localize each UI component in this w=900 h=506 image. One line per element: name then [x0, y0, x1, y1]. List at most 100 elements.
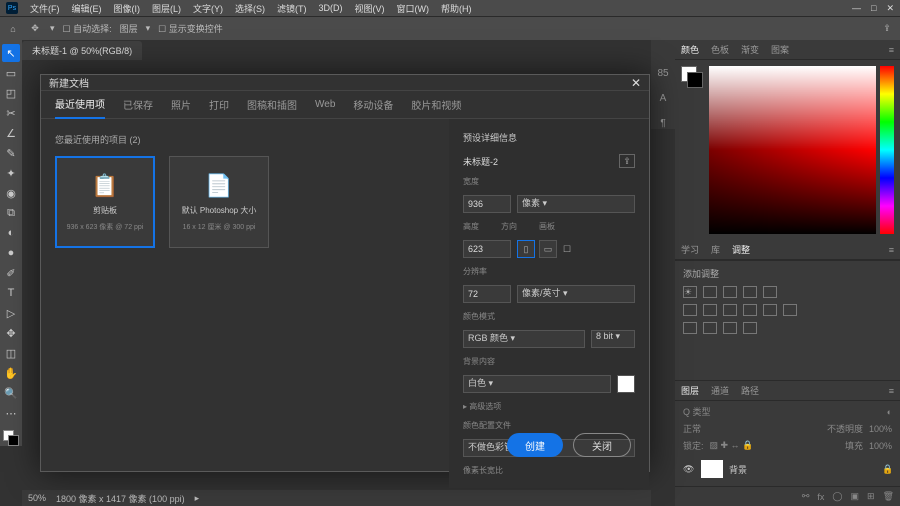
- show-transform-checkbox[interactable]: ☐ 显示变换控件: [158, 22, 223, 35]
- close-button[interactable]: 关闭: [573, 433, 631, 457]
- tool-zoom[interactable]: 🔍: [2, 384, 20, 402]
- menu-filter[interactable]: 滤镜(T): [277, 2, 307, 15]
- tab-learn[interactable]: 学习: [681, 243, 699, 256]
- opacity-value[interactable]: 100%: [869, 424, 892, 434]
- zoom-level[interactable]: 50%: [28, 493, 46, 503]
- panel-menu-icon[interactable]: ≡: [889, 245, 894, 255]
- layer-filter[interactable]: Q 类型: [683, 405, 711, 418]
- adj-icon[interactable]: [703, 322, 717, 334]
- tab-paths[interactable]: 路径: [741, 384, 759, 397]
- home-icon[interactable]: ⌂: [6, 22, 20, 36]
- adj-icon[interactable]: [763, 286, 777, 298]
- adj-icon[interactable]: ☀: [683, 286, 697, 298]
- tab-layers[interactable]: 图层: [681, 384, 699, 397]
- fx-icon[interactable]: fx: [817, 492, 824, 502]
- dlg-tab-saved[interactable]: 已保存: [123, 91, 153, 118]
- tool-brush[interactable]: ◉: [2, 184, 20, 202]
- adj-icon[interactable]: [763, 304, 777, 316]
- save-preset-icon[interactable]: ⇪: [619, 154, 635, 168]
- adj-icon[interactable]: [723, 286, 737, 298]
- window-minimize-icon[interactable]: —: [852, 3, 861, 14]
- resolution-input[interactable]: [463, 285, 511, 303]
- adj-icon[interactable]: [743, 322, 757, 334]
- tab-adjustments[interactable]: 调整: [732, 243, 750, 256]
- dlg-tab-web[interactable]: Web: [315, 93, 335, 116]
- dlg-tab-film[interactable]: 胶片和视频: [411, 91, 461, 118]
- menu-file[interactable]: 文件(F): [30, 2, 60, 15]
- adj-icon[interactable]: [723, 304, 737, 316]
- color-swatch[interactable]: [3, 430, 19, 446]
- hue-slider[interactable]: [880, 66, 894, 234]
- layer-name[interactable]: 背景: [729, 463, 747, 476]
- resolution-unit-select[interactable]: 像素/英寸 ▾: [517, 285, 635, 303]
- tab-libraries[interactable]: 库: [711, 243, 720, 256]
- dlg-tab-mobile[interactable]: 移动设备: [353, 91, 393, 118]
- tool-pen[interactable]: ▷: [2, 304, 20, 322]
- menu-type[interactable]: 文字(Y): [193, 2, 223, 15]
- menu-view[interactable]: 视图(V): [355, 2, 385, 15]
- height-input[interactable]: [463, 240, 511, 258]
- menu-select[interactable]: 选择(S): [235, 2, 265, 15]
- filter-toggle-icon[interactable]: ◐: [887, 407, 892, 417]
- dlg-tab-art[interactable]: 图稿和插图: [247, 91, 297, 118]
- delete-icon[interactable]: 🗑: [883, 491, 894, 502]
- dlg-tab-recent[interactable]: 最近使用项: [55, 90, 105, 119]
- mini-icon-3[interactable]: ¶: [660, 118, 665, 129]
- tool-shape[interactable]: ◫: [2, 344, 20, 362]
- create-button[interactable]: 创建: [507, 433, 563, 457]
- fill-value[interactable]: 100%: [869, 441, 892, 451]
- document-tab[interactable]: 未标题-1 @ 50%(RGB/8): [22, 41, 142, 60]
- window-maximize-icon[interactable]: □: [871, 3, 876, 14]
- lock-icon[interactable]: ▨ ✚ ↔ 🔒: [710, 440, 754, 451]
- tool-move[interactable]: ↖: [2, 44, 20, 62]
- orient-portrait[interactable]: ▯: [517, 240, 535, 258]
- adj-icon[interactable]: [743, 286, 757, 298]
- tab-swatches[interactable]: 色板: [711, 43, 729, 56]
- tab-gradients[interactable]: 渐变: [741, 43, 759, 56]
- menu-image[interactable]: 图像(I): [114, 2, 141, 15]
- lock-icon[interactable]: 🔒: [882, 464, 892, 474]
- auto-select-target[interactable]: 图层: [120, 22, 138, 35]
- menu-help[interactable]: 帮助(H): [441, 2, 472, 15]
- adj-icon[interactable]: [683, 304, 697, 316]
- share-icon[interactable]: ⇪: [880, 22, 894, 36]
- width-input[interactable]: [463, 195, 511, 213]
- orient-landscape[interactable]: ▭: [539, 240, 557, 258]
- bg-select[interactable]: 白色 ▾: [463, 375, 611, 393]
- auto-select-checkbox[interactable]: ☐ 自动选择:: [63, 22, 112, 35]
- menu-edit[interactable]: 编辑(E): [72, 2, 102, 15]
- tool-lasso[interactable]: ◰: [2, 84, 20, 102]
- advanced-toggle[interactable]: ▸ 高级选项: [463, 401, 635, 412]
- new-group-icon[interactable]: ▣: [851, 491, 860, 502]
- mini-icon-2[interactable]: A: [660, 93, 667, 104]
- panel-menu-icon[interactable]: ≡: [889, 386, 894, 396]
- tool-more[interactable]: ⋯: [2, 404, 20, 422]
- adj-icon[interactable]: [783, 304, 797, 316]
- tool-stamp[interactable]: ⧉: [2, 204, 20, 222]
- dlg-tab-print[interactable]: 打印: [209, 91, 229, 118]
- tool-eyedropper[interactable]: ✎: [2, 144, 20, 162]
- layer-row[interactable]: 👁 背景 🔒: [675, 456, 900, 482]
- link-layers-icon[interactable]: ⚯: [802, 491, 810, 502]
- dialog-close-icon[interactable]: ✕: [631, 76, 641, 90]
- menu-window[interactable]: 窗口(W): [397, 2, 430, 15]
- blend-mode[interactable]: 正常: [683, 422, 701, 435]
- bg-color-chip[interactable]: [617, 375, 635, 393]
- artboard-checkbox[interactable]: ☐: [563, 244, 571, 255]
- layer-thumbnail[interactable]: [701, 460, 723, 478]
- menu-layer[interactable]: 图层(L): [152, 2, 181, 15]
- preset-default-ps[interactable]: 📄 默认 Photoshop 大小 16 x 12 厘米 @ 300 ppi: [169, 156, 269, 248]
- new-layer-icon[interactable]: ⊞: [867, 491, 875, 502]
- adj-icon[interactable]: [743, 304, 757, 316]
- unit-select[interactable]: 像素 ▾: [517, 195, 635, 213]
- doc-info[interactable]: 1800 像素 x 1417 像素 (100 ppi): [56, 492, 185, 505]
- preset-clipboard[interactable]: 📋 剪贴板 936 x 623 像素 @ 72 ppi: [55, 156, 155, 248]
- fgbg-swatch[interactable]: [681, 66, 703, 88]
- tool-gradient[interactable]: ✐: [2, 264, 20, 282]
- tool-eraser[interactable]: ●: [2, 244, 20, 262]
- bit-depth-select[interactable]: 8 bit ▾: [591, 330, 635, 348]
- tool-path[interactable]: ✥: [2, 324, 20, 342]
- mask-icon[interactable]: ◯: [832, 491, 842, 502]
- visibility-icon[interactable]: 👁: [683, 464, 695, 475]
- window-close-icon[interactable]: ✕: [886, 3, 894, 14]
